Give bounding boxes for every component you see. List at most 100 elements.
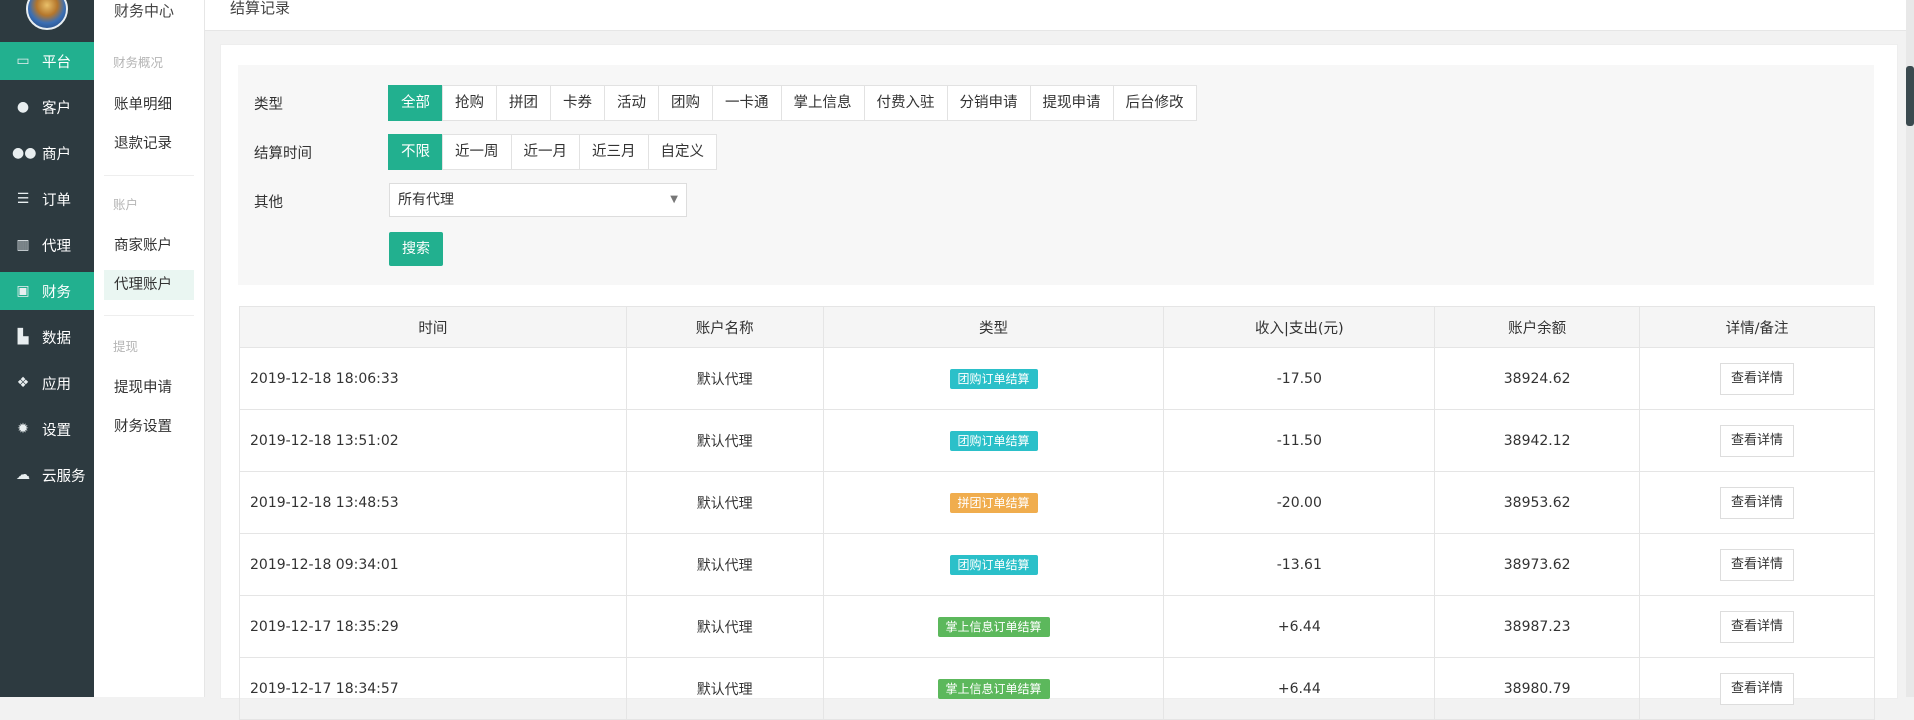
money-icon: ▣ [16, 283, 30, 299]
nav-item-1[interactable]: ● 客户 [0, 88, 94, 126]
view-detail-button[interactable]: 查看详情 [1720, 548, 1795, 581]
type-cell: 拼团订单结算 [822, 471, 1165, 534]
balance-cell: 38942.12 [1434, 409, 1641, 472]
column-header: 类型 [822, 306, 1165, 348]
type-cell: 团购订单结算 [822, 409, 1165, 472]
gear-icon: ✹ [17, 421, 29, 437]
amount-cell: -13.61 [1163, 533, 1436, 596]
user-icon: ● [16, 99, 30, 115]
nav-item-label: 客户 [42, 100, 71, 117]
type-filter-option[interactable]: 分销申请 [946, 85, 1031, 121]
time-filter-option[interactable]: 近一周 [442, 134, 512, 170]
balance-cell: 38987.23 [1434, 595, 1641, 658]
type-badge: 团购订单结算 [949, 554, 1038, 575]
sidebar-group-overview: 财务概况 [113, 55, 164, 70]
view-detail-button[interactable]: 查看详情 [1720, 362, 1795, 395]
view-detail-button[interactable]: 查看详情 [1720, 486, 1795, 519]
time-cell: 2019-12-18 09:34:01 [239, 533, 627, 596]
nav-item-0[interactable]: ▭ 平台 [0, 42, 94, 80]
nav-item-label: 数据 [42, 330, 71, 347]
type-cell: 团购订单结算 [822, 533, 1165, 596]
type-filter-option[interactable]: 提现申请 [1029, 85, 1114, 121]
settlement-table: 时间 账户名称 类型 收入|支出(元) 账户余额 详情/备注 2019-12-18 18:… [239, 306, 1875, 720]
type-filter-option[interactable]: 全部 [388, 85, 443, 121]
bar-chart-icon: ▙ [17, 329, 29, 345]
account-cell: 默认代理 [625, 471, 824, 534]
time-filter-option[interactable]: 近三月 [579, 134, 649, 170]
page-title: 结算记录 [230, 0, 291, 17]
balance-cell: 38953.62 [1434, 471, 1641, 534]
account-cell: 默认代理 [625, 533, 824, 596]
table-row: 2019-12-17 18:34:57 默认代理 掌上信息订单结算 +6.44 3898… [239, 657, 1875, 720]
sidebar-link-merchant-account[interactable]: 商家账户 [104, 231, 194, 261]
column-header: 收入|支出(元) [1163, 306, 1436, 348]
detail-cell: 查看详情 [1639, 347, 1875, 410]
nav-item-label: 应用 [42, 376, 71, 393]
column-header: 账户名称 [625, 306, 824, 348]
type-filter-group: 全部 抢购 拼团 卡券 活动 团购 一卡通 掌上信息 付费入驻 分销申请 提现申请 后台修改 [388, 85, 1197, 121]
top-bar: 结算记录 [205, 0, 1914, 31]
view-detail-button[interactable]: 查看详情 [1720, 424, 1795, 457]
detail-cell: 查看详情 [1639, 471, 1875, 534]
nav-item-8[interactable]: ✹ 设置 [0, 410, 94, 448]
time-cell: 2019-12-17 18:34:57 [239, 657, 627, 720]
view-detail-button[interactable]: 查看详情 [1720, 672, 1795, 705]
sidebar-link-finance-settings[interactable]: 财务设置 [104, 412, 194, 442]
nav-item-3[interactable]: ☰ 订单 [0, 180, 94, 218]
monitor-icon: ▭ [16, 53, 30, 69]
type-filter-option[interactable]: 一卡通 [712, 85, 782, 121]
time-filter-option[interactable]: 近一月 [510, 134, 580, 170]
column-header: 详情/备注 [1639, 306, 1875, 348]
nav-item-6[interactable]: ▙ 数据 [0, 318, 94, 356]
type-badge: 团购订单结算 [949, 368, 1038, 389]
type-badge: 拼团订单结算 [949, 492, 1038, 513]
amount-cell: +6.44 [1163, 657, 1436, 720]
view-detail-button[interactable]: 查看详情 [1720, 610, 1795, 643]
nav-item-label: 订单 [42, 192, 71, 209]
logo [26, 0, 68, 30]
time-filter-option[interactable]: 自定义 [647, 134, 717, 170]
filter-other-label: 其他 [254, 195, 283, 211]
nav-item-5[interactable]: ▣ 财务 [0, 272, 94, 310]
type-filter-option[interactable]: 付费入驻 [863, 85, 948, 121]
time-cell: 2019-12-17 18:35:29 [239, 595, 627, 658]
cubes-icon: ❖ [16, 375, 30, 391]
filter-time-label: 结算时间 [254, 146, 312, 162]
nav-item-2[interactable]: ●● 商户 [0, 134, 94, 172]
type-filter-option[interactable]: 拼团 [496, 85, 551, 121]
type-filter-option[interactable]: 卡券 [550, 85, 605, 121]
main-nav: ▭ 平台 ● 客户 ●● 商户 ☰ 订单 ▥ 代理 ▣ 财务 ▙ 数据 ❖ 应用 ✹ 设置 ☁ 云服务 [0, 0, 94, 697]
nav-item-label: 云服务 [42, 468, 86, 485]
type-filter-option[interactable]: 抢购 [442, 85, 497, 121]
list-icon: ☰ [16, 191, 30, 207]
sidebar-link-bill-detail[interactable]: 账单明细 [104, 90, 194, 120]
nav-item-label: 商户 [42, 146, 71, 163]
type-cell: 掌上信息订单结算 [822, 595, 1165, 658]
nav-item-4[interactable]: ▥ 代理 [0, 226, 94, 264]
sidebar-link-refund-records[interactable]: 退款记录 [104, 129, 194, 159]
nav-item-label: 设置 [42, 422, 71, 439]
sidebar-group-withdraw: 提现 [113, 339, 139, 354]
nav-item-9[interactable]: ☁ 云服务 [0, 456, 94, 494]
account-cell: 默认代理 [625, 595, 824, 658]
table-row: 2019-12-18 18:06:33 默认代理 团购订单结算 -17.50 38924… [239, 347, 1875, 410]
sidebar-link-agent-account[interactable]: 代理账户 [104, 270, 194, 300]
agent-select[interactable]: 所有代理 ▼ [389, 183, 687, 217]
nav-item-7[interactable]: ❖ 应用 [0, 364, 94, 402]
type-filter-option[interactable]: 活动 [604, 85, 659, 121]
scrollbar-thumb[interactable] [1906, 66, 1914, 126]
time-cell: 2019-12-18 13:51:02 [239, 409, 627, 472]
account-cell: 默认代理 [625, 347, 824, 410]
type-filter-option[interactable]: 后台修改 [1112, 85, 1197, 121]
scrollbar[interactable] [1906, 0, 1914, 697]
users-icon: ●● [12, 145, 37, 161]
type-filter-option[interactable]: 团购 [658, 85, 713, 121]
map-icon: ▥ [16, 237, 30, 253]
type-filter-option[interactable]: 掌上信息 [780, 85, 865, 121]
sidebar-link-withdraw-request[interactable]: 提现申请 [104, 373, 194, 403]
time-filter-option[interactable]: 不限 [388, 134, 443, 170]
search-button[interactable]: 搜索 [389, 232, 443, 266]
filter-type-label: 类型 [254, 97, 283, 113]
amount-cell: -11.50 [1163, 409, 1436, 472]
sidebar-title: 财务中心 [114, 2, 175, 20]
